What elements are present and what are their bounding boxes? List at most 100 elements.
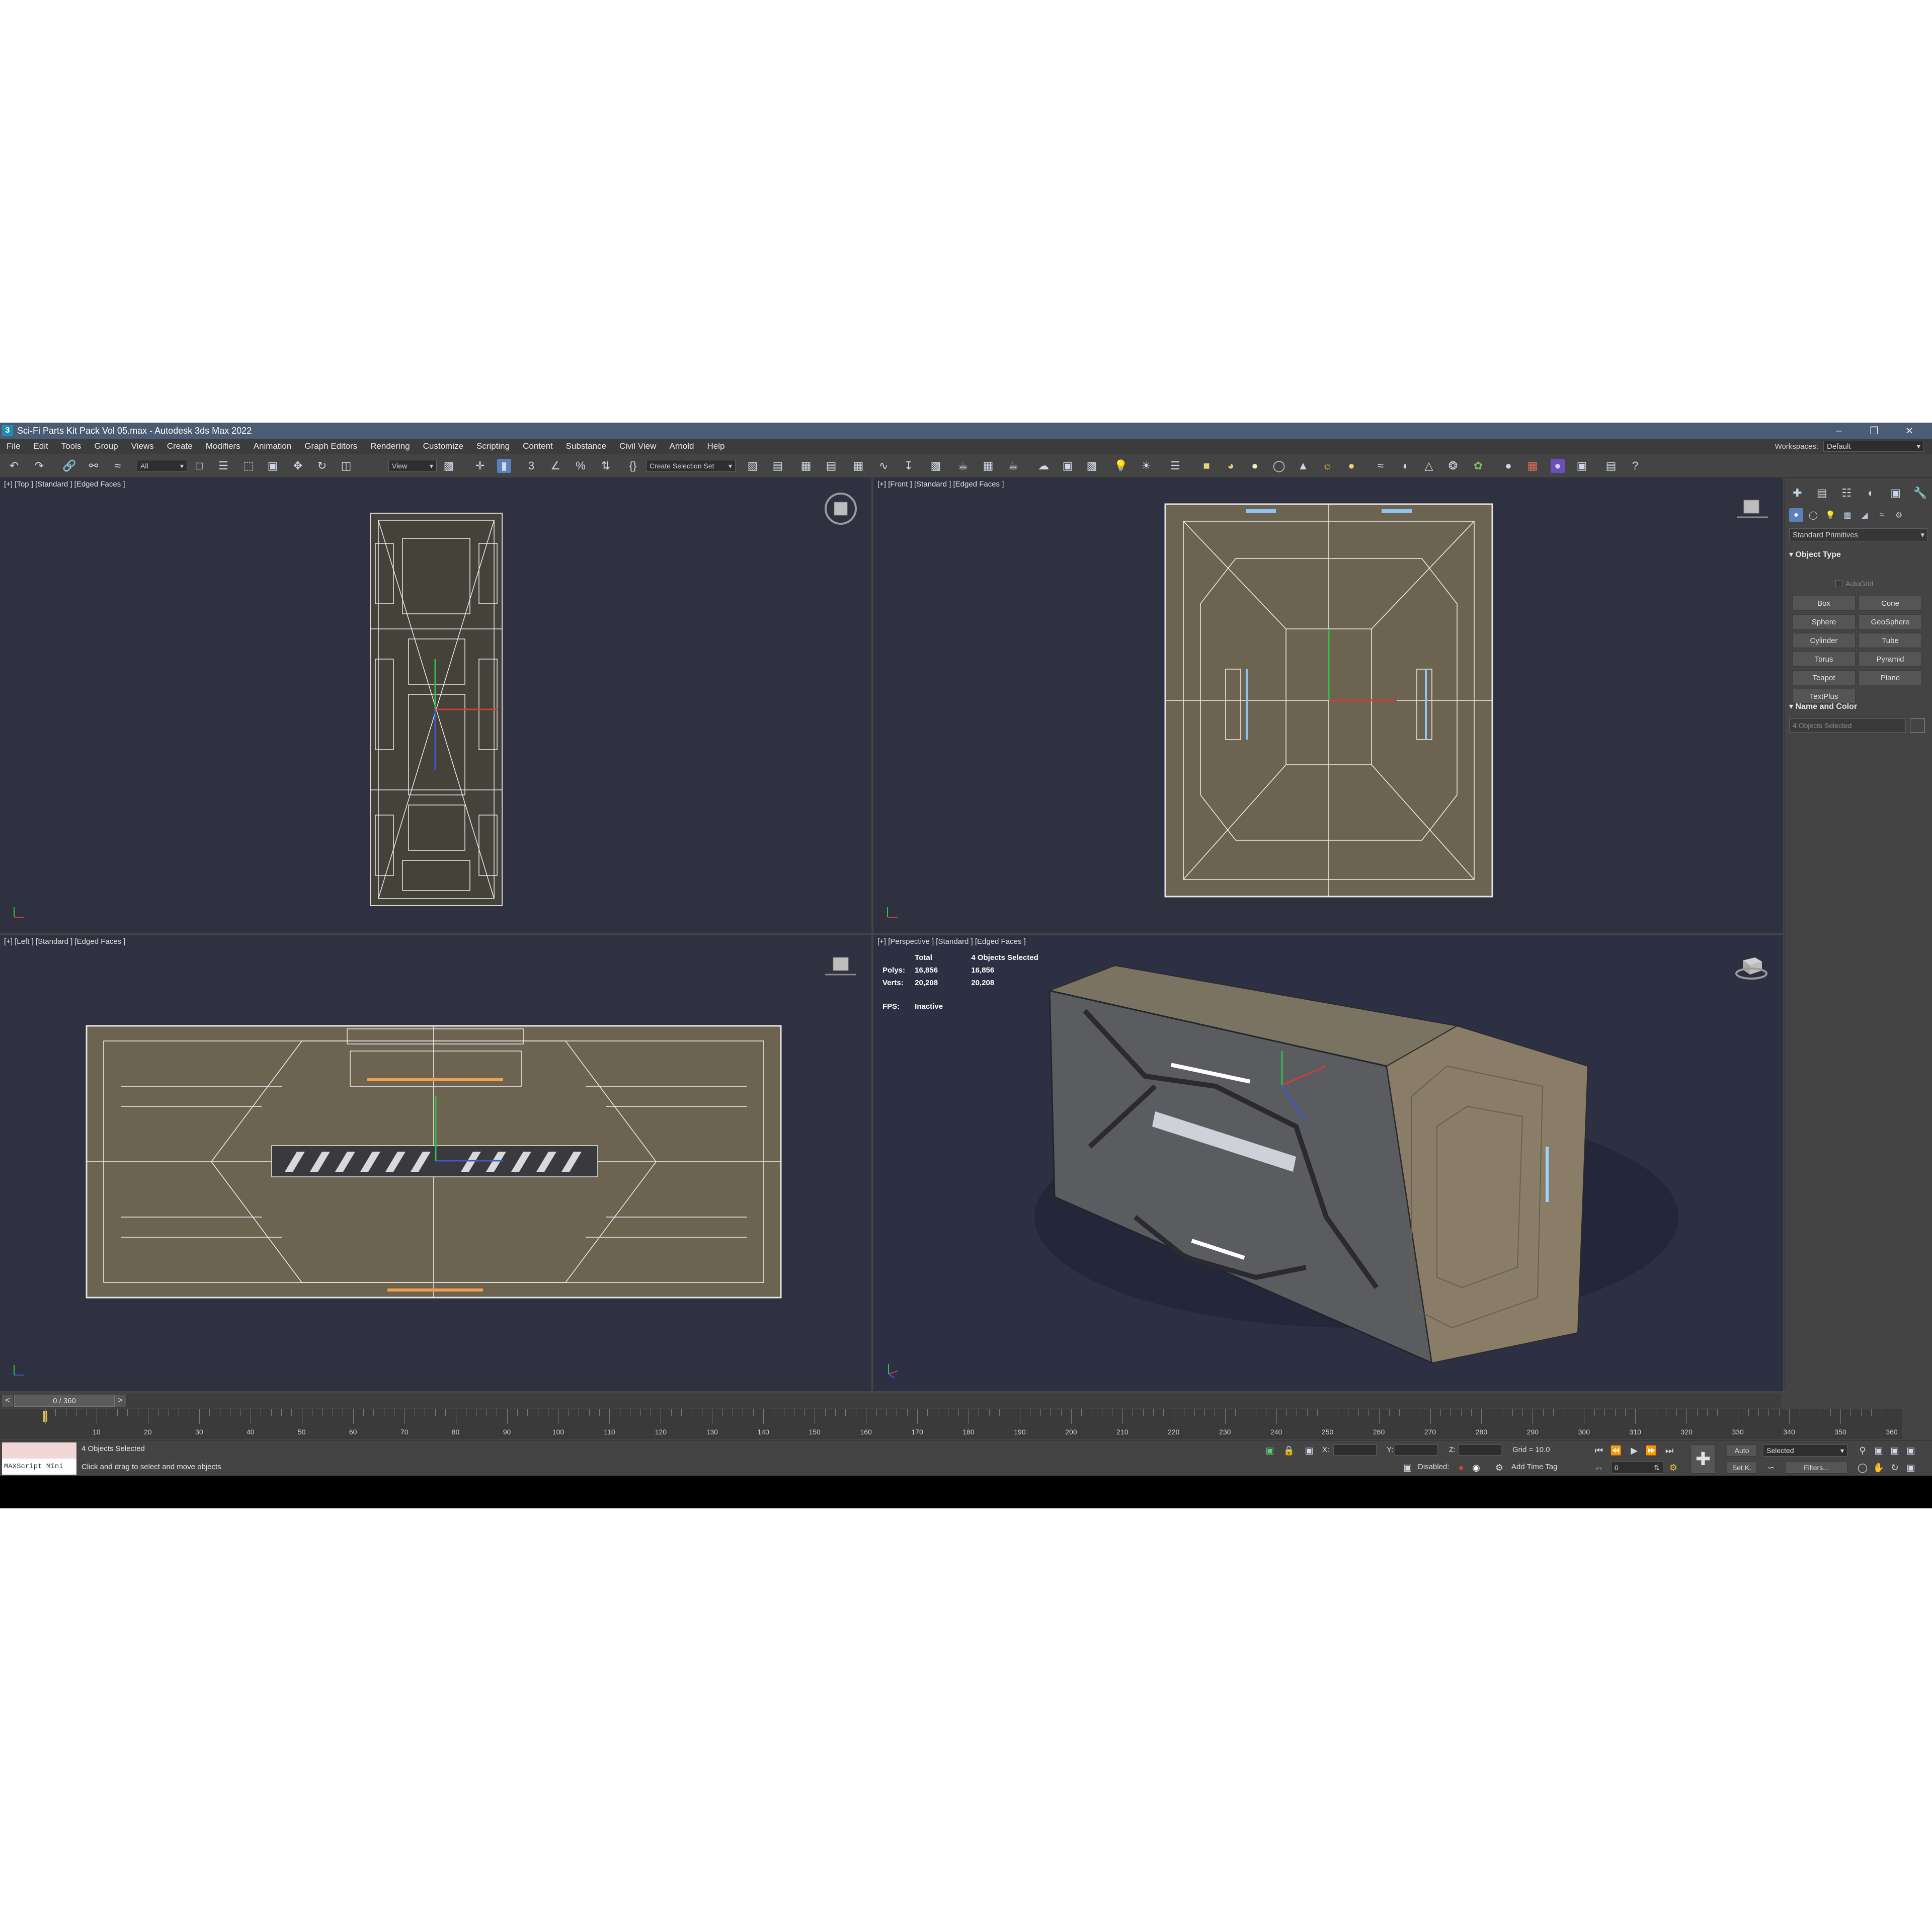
particle-icon[interactable]: ❂: [1446, 459, 1460, 473]
menu-modifiers[interactable]: Modifiers: [199, 441, 247, 451]
space-warps-category-icon[interactable]: ≈: [1875, 508, 1889, 522]
select-scale-icon[interactable]: ◫: [339, 459, 353, 473]
render-frame-icon[interactable]: ▣: [1061, 459, 1075, 473]
menu-content[interactable]: Content: [516, 441, 559, 451]
key-filters-button[interactable]: Filters...: [1785, 1462, 1847, 1474]
dome-light-icon[interactable]: ◕: [1224, 459, 1238, 473]
render-in-cloud-icon[interactable]: ☁: [1036, 459, 1051, 473]
window-crossing-icon[interactable]: ▣: [266, 459, 280, 473]
menu-views[interactable]: Views: [125, 441, 160, 451]
select-move-icon[interactable]: ✥: [291, 459, 305, 473]
rectangular-selection-icon[interactable]: ⬚: [242, 459, 256, 473]
render-production-icon[interactable]: ☕: [1006, 459, 1020, 473]
box-button[interactable]: Box: [1792, 596, 1856, 611]
spot-light-icon[interactable]: ▲: [1296, 459, 1310, 473]
previous-key-icon[interactable]: ⏪: [1610, 1444, 1622, 1457]
isolate-selection-icon[interactable]: ▣: [1264, 1444, 1276, 1457]
zoom-all-icon[interactable]: ▣: [1873, 1444, 1885, 1457]
adaptive-degradation-icon[interactable]: ▣: [1402, 1462, 1414, 1474]
percent-snap-icon[interactable]: %: [574, 459, 588, 473]
object-category-dropdown[interactable]: Standard Primitives ▾: [1789, 528, 1928, 541]
pan-view-icon[interactable]: ✋: [1873, 1462, 1885, 1474]
cone-button[interactable]: Cone: [1859, 596, 1922, 611]
menu-tools[interactable]: Tools: [55, 441, 88, 451]
maxscript-output[interactable]: [2, 1442, 76, 1459]
arnold-render-icon[interactable]: ☰: [1168, 459, 1182, 473]
pivot-center-icon[interactable]: ▩: [442, 459, 456, 473]
auto-key-button[interactable]: Auto: [1727, 1444, 1757, 1457]
maxscript-input[interactable]: MAXScript Mini: [2, 1459, 76, 1475]
menu-group[interactable]: Group: [88, 441, 124, 451]
layer-explorer-icon[interactable]: ▤: [824, 459, 838, 473]
go-to-start-icon[interactable]: ⏮: [1593, 1444, 1605, 1457]
menu-rendering[interactable]: Rendering: [364, 441, 416, 451]
time-slider[interactable]: < 0 / 360 >: [0, 1394, 1781, 1408]
viewcube-icon[interactable]: [823, 491, 858, 526]
curve-editor-icon[interactable]: ∿: [876, 459, 891, 473]
previous-frame-icon[interactable]: <: [2, 1395, 13, 1407]
close-icon[interactable]: ✕: [1892, 423, 1927, 439]
object-name-field[interactable]: 4 Objects Selected: [1789, 718, 1906, 733]
time-slider-handle[interactable]: 0 / 360: [14, 1395, 115, 1407]
align-icon[interactable]: ▤: [771, 459, 785, 473]
restore-icon[interactable]: ❐: [1857, 423, 1892, 439]
tube-button[interactable]: Tube: [1859, 633, 1922, 648]
maximize-viewport-icon[interactable]: ▣: [1905, 1462, 1917, 1474]
render-view-icon[interactable]: ▣: [1575, 459, 1589, 473]
current-frame-field[interactable]: 0 ⇅: [1611, 1462, 1663, 1474]
zoom-extents-icon[interactable]: ▣: [1889, 1444, 1901, 1457]
arnold-logo-icon[interactable]: ●: [1551, 459, 1565, 473]
viewport-perspective[interactable]: [+] [Perspective ] [Standard ] [Edged Fa…: [873, 935, 1783, 1391]
snaps-toggle-icon[interactable]: 3: [524, 459, 538, 473]
cylinder-light-icon[interactable]: ◯: [1272, 459, 1286, 473]
record-dot-icon[interactable]: ●: [1455, 1462, 1467, 1474]
render-setup-icon[interactable]: ☕: [956, 459, 970, 473]
menu-arnold[interactable]: Arnold: [663, 441, 700, 451]
plane-button[interactable]: Plane: [1859, 670, 1922, 685]
schematic-view-icon[interactable]: ↧: [902, 459, 916, 473]
key-mode-icon[interactable]: ⇔: [1593, 1462, 1605, 1474]
skydome-light-icon[interactable]: ●: [1344, 459, 1358, 473]
light-lister-icon[interactable]: 💡: [1114, 459, 1128, 473]
shapes-category-icon[interactable]: ◯: [1806, 508, 1820, 522]
time-configuration-icon[interactable]: ⚙: [1667, 1462, 1679, 1474]
systems-category-icon[interactable]: ⚙: [1892, 508, 1906, 522]
hierarchy-tab-icon[interactable]: ☷: [1838, 485, 1855, 501]
next-frame-icon[interactable]: >: [115, 1395, 126, 1407]
keyboard-shortcut-override-icon[interactable]: ▮: [497, 459, 511, 473]
viewcube-icon[interactable]: [1734, 950, 1769, 986]
object-type-rollout[interactable]: ▾ Object Type: [1789, 549, 1841, 559]
select-rotate-icon[interactable]: ↻: [315, 459, 329, 473]
bind-space-warp-icon[interactable]: ≈: [111, 459, 125, 473]
z-coordinate-field[interactable]: [1458, 1444, 1501, 1456]
cylinder-button[interactable]: Cylinder: [1792, 633, 1856, 648]
viewport-top[interactable]: [+] [Top ] [Standard ] [Edged Faces ]: [0, 478, 871, 933]
minimize-icon[interactable]: –: [1821, 423, 1857, 439]
menu-edit[interactable]: Edit: [27, 441, 54, 451]
field-of-view-icon[interactable]: ◯: [1857, 1462, 1869, 1474]
absolute-mode-icon[interactable]: ▣: [1303, 1444, 1315, 1457]
camera-icon[interactable]: △: [1422, 459, 1436, 473]
object-color-swatch[interactable]: [1910, 718, 1925, 733]
sun-light-icon[interactable]: ☼: [1320, 459, 1334, 473]
track-bar[interactable]: 10 20 30 40 50 60 70 80 90 100 110 120 130 140 150 160 1…: [0, 1409, 1902, 1439]
spinner-snap-icon[interactable]: ⇅: [599, 459, 613, 473]
maxscript-listener[interactable]: MAXScript Mini: [2, 1442, 76, 1475]
viewport-left[interactable]: [+] [Left ] [Standard ] [Edged Faces ]: [0, 935, 871, 1391]
help-icon[interactable]: ?: [1628, 459, 1642, 473]
move-gizmo-icon[interactable]: ✛: [473, 459, 487, 473]
name-and-color-rollout[interactable]: ▾ Name and Color: [1789, 701, 1857, 711]
time-tag-icon[interactable]: ⚙: [1493, 1462, 1505, 1474]
utilities-tab-icon[interactable]: 🔧: [1912, 485, 1928, 501]
viewport-front[interactable]: [+] [Front ] [Standard ] [Edged Faces ]: [873, 478, 1783, 933]
menu-substance[interactable]: Substance: [559, 441, 613, 451]
add-time-tag[interactable]: Add Time Tag: [1511, 1463, 1557, 1471]
cameras-category-icon[interactable]: ▩: [1840, 508, 1855, 522]
zoom-icon[interactable]: ⚲: [1857, 1444, 1869, 1457]
y-coordinate-field[interactable]: [1395, 1444, 1438, 1456]
menu-scripting[interactable]: Scripting: [470, 441, 516, 451]
lights-category-icon[interactable]: 💡: [1823, 508, 1837, 522]
pyramid-button[interactable]: Pyramid: [1859, 652, 1922, 667]
motion-tab-icon[interactable]: ◐: [1863, 485, 1879, 501]
performance-icon[interactable]: ◉: [1470, 1462, 1482, 1474]
